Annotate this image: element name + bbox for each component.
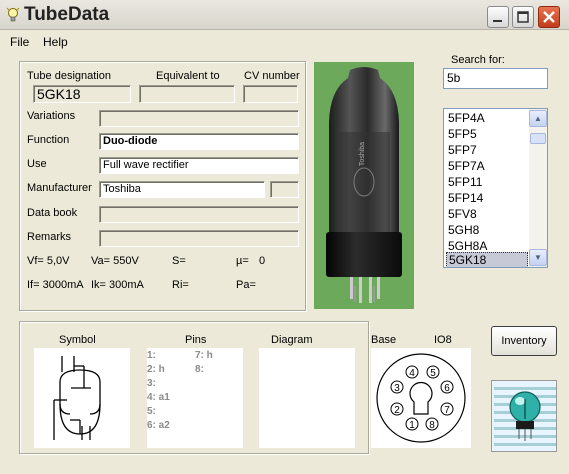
cv-number-label: CV number [244, 70, 300, 82]
symbol-label: Symbol [59, 334, 96, 346]
variations-field [99, 110, 299, 127]
minimize-button[interactable] [487, 6, 509, 28]
list-item[interactable]: 5FP11 [446, 174, 528, 190]
pin-4: 4: a1 [147, 392, 170, 403]
pin-5: 5: [147, 406, 156, 417]
remarks-label: Remarks [27, 231, 72, 243]
mu-label: µ= [236, 255, 249, 267]
list-item[interactable]: 5FP7A [446, 158, 528, 174]
use-field: Full wave rectifier [99, 157, 299, 174]
lightbulb-icon [6, 7, 20, 22]
pa-value: Pa= [236, 279, 256, 291]
base-panel: 1 2 3 4 5 6 7 8 [371, 348, 471, 448]
base-type: IO8 [434, 334, 452, 346]
list-item[interactable]: 5FP5 [446, 126, 528, 142]
menu-file[interactable]: File [10, 35, 29, 49]
designation-label: Tube designation [27, 70, 111, 82]
close-icon [543, 11, 555, 23]
pin-1: 1: [147, 350, 156, 361]
manufacturer-code-field [270, 181, 299, 198]
octal-base-diagram: 1 2 3 4 5 6 7 8 [376, 353, 466, 443]
cv-number-field [243, 85, 298, 103]
base-pin-2: 2 [394, 405, 400, 416]
equivalent-label: Equivalent to [156, 70, 220, 82]
remarks-field [99, 230, 299, 247]
s-value: S= [172, 255, 186, 267]
list-item[interactable]: 5GH8 [446, 222, 528, 238]
list-item[interactable]: 5FP14 [446, 190, 528, 206]
use-label: Use [27, 158, 47, 170]
window-title: TubeData [24, 4, 110, 25]
vf-value: Vf= 5,0V [27, 255, 70, 267]
list-scrollbar[interactable]: ▲ ▼ [529, 109, 547, 267]
equivalent-field [139, 85, 235, 103]
search-input[interactable]: 5b [443, 68, 548, 89]
symbol-panel [34, 348, 130, 448]
diagram-panel [259, 348, 355, 448]
tube-image: Toshiba [326, 67, 402, 303]
base-pin-4: 4 [409, 368, 415, 379]
list-item-selected[interactable]: 5GK18 [446, 252, 528, 267]
ik-value: Ik= 300mA [91, 279, 144, 291]
tubedata-logo [491, 380, 557, 452]
base-pin-3: 3 [394, 383, 400, 394]
va-value: Va= 550V [91, 255, 139, 267]
base-pin-1: 1 [409, 420, 415, 431]
base-pin-6: 6 [444, 383, 450, 394]
pin-8: 8: [195, 364, 204, 375]
scroll-thumb[interactable] [530, 133, 546, 144]
list-item[interactable]: 5FV8 [446, 206, 528, 222]
variations-label: Variations [27, 110, 76, 122]
title-bar: TubeData [0, 0, 569, 30]
minimize-icon [493, 20, 502, 22]
inventory-button[interactable]: Inventory [491, 326, 557, 356]
search-label: Search for: [451, 54, 505, 66]
diagram-label: Diagram [271, 334, 313, 346]
databook-field [99, 206, 299, 223]
pin-2: 2: h [147, 364, 165, 375]
base-label: Base [371, 334, 397, 346]
maximize-button[interactable] [512, 6, 534, 28]
list-item[interactable]: 5FP7 [446, 142, 528, 158]
pin-3: 3: [147, 378, 156, 389]
base-pin-8: 8 [429, 420, 435, 431]
tube-logo-icon [492, 381, 556, 451]
chevron-down-icon: ▼ [534, 253, 542, 262]
tube-listbox[interactable]: 5FP4A 5FP5 5FP7 5FP7A 5FP11 5FP14 5FV8 5… [443, 108, 548, 268]
menu-help[interactable]: Help [43, 35, 68, 49]
base-pin-5: 5 [430, 368, 436, 379]
list-item[interactable]: 5FP4A [446, 110, 528, 126]
manufacturer-label: Manufacturer [27, 182, 92, 194]
close-button[interactable] [538, 6, 560, 28]
duo-diode-symbol [53, 356, 101, 440]
pins-panel: 1: 2: h 3: 4: a1 5: 6: a2 7: h 8: [147, 348, 243, 448]
pin-7: 7: h [195, 350, 213, 361]
scroll-down-button[interactable]: ▼ [529, 249, 547, 266]
tube-photo: Toshiba [314, 62, 414, 309]
function-field: Duo-diode [99, 133, 299, 150]
scroll-up-button[interactable]: ▲ [529, 110, 547, 127]
pin-6: 6: a2 [147, 420, 170, 431]
maximize-icon [517, 11, 529, 23]
function-label: Function [27, 134, 70, 146]
ri-value: Ri= [172, 279, 189, 291]
pins-label: Pins [185, 334, 207, 346]
photo-brand-text: Toshiba [359, 142, 366, 166]
mu-value: 0 [259, 255, 266, 267]
databook-label: Data book [27, 207, 78, 219]
chevron-up-icon: ▲ [534, 114, 542, 123]
menu-bar: File Help [0, 31, 569, 53]
manufacturer-field: Toshiba [99, 181, 265, 198]
base-pin-7: 7 [444, 405, 450, 416]
if-value: If= 3000mA [27, 279, 84, 291]
designation-field: 5GK18 [33, 85, 131, 103]
